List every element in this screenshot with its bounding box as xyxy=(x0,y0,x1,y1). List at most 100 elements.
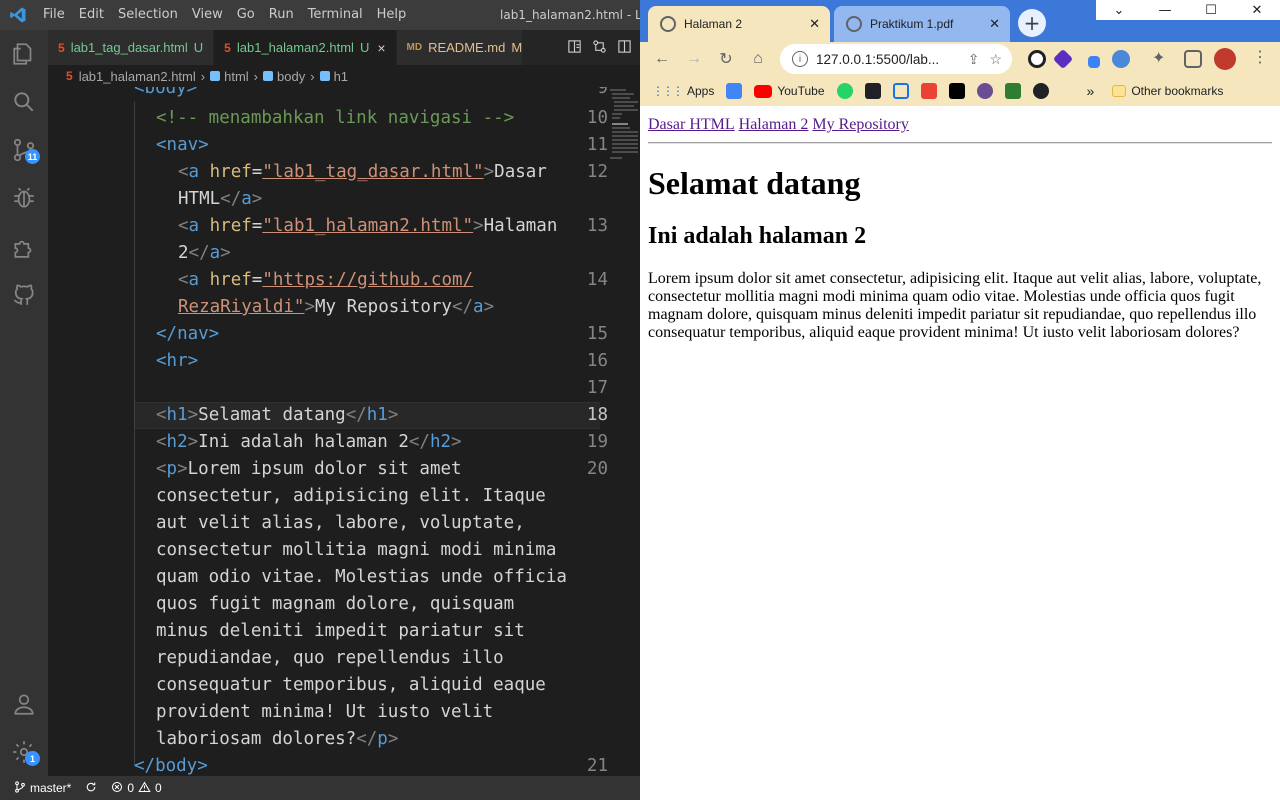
extensions-puzzle-icon[interactable]: ✦ xyxy=(1152,48,1170,67)
browser-tab-halaman2[interactable]: Halaman 2 ✕ xyxy=(648,6,830,42)
minimap[interactable] xyxy=(608,87,640,167)
breadcrumb-body[interactable]: body xyxy=(277,69,305,84)
menu-edit[interactable]: Edit xyxy=(72,0,111,30)
home-icon[interactable]: ⌂ xyxy=(742,43,774,75)
search-icon[interactable] xyxy=(0,78,48,126)
bookmark-youtube[interactable]: YouTube xyxy=(754,84,825,98)
crest-icon xyxy=(976,83,993,99)
menu-go[interactable]: Go xyxy=(230,0,262,30)
bookmark-gmail[interactable] xyxy=(920,83,937,99)
nav-link-my-repository[interactable]: My Repository xyxy=(812,116,908,133)
account-icon[interactable] xyxy=(0,680,48,728)
chevron-right-icon: › xyxy=(310,68,315,84)
bookmark-label: Apps xyxy=(687,84,715,98)
close-window-icon[interactable]: ✕ xyxy=(1234,0,1280,20)
element-symbol-icon xyxy=(263,71,274,81)
bookmark-crest[interactable] xyxy=(976,83,993,99)
menu-selection[interactable]: Selection xyxy=(111,0,185,30)
share-icon[interactable]: ⇪ xyxy=(968,51,980,68)
line-number: 15 xyxy=(586,324,608,344)
tab-readme[interactable]: MD README.md M xyxy=(396,30,523,65)
apps-grid-icon: ⋮⋮⋮ xyxy=(652,84,684,98)
purple-extension-icon[interactable] xyxy=(1052,48,1074,70)
line-number: 16 xyxy=(586,351,608,371)
code-line: consectetur mollitia magni modi minima xyxy=(156,540,557,560)
compare-changes-icon[interactable] xyxy=(592,39,607,57)
sync-icon xyxy=(85,781,97,796)
scm-badge: 11 xyxy=(25,149,40,164)
page-subheading: Ini adalah halaman 2 xyxy=(648,223,867,249)
bookmark-g[interactable] xyxy=(864,83,881,99)
menu-view[interactable]: View xyxy=(185,0,230,30)
bookmark-translate[interactable] xyxy=(726,83,743,99)
menu-file[interactable]: File xyxy=(36,0,72,30)
github-icon[interactable] xyxy=(0,270,48,318)
back-arrow-icon[interactable]: ← xyxy=(646,43,678,75)
bookmark-w[interactable] xyxy=(1004,83,1021,99)
tab-git-status: U xyxy=(359,40,370,55)
problems-indicator[interactable]: 0 0 xyxy=(111,780,162,796)
line-number: 17 xyxy=(586,378,608,398)
breadcrumb-html[interactable]: html xyxy=(224,69,249,84)
new-tab-button[interactable]: + xyxy=(1018,9,1046,37)
code-line: quam odio vitae. Molestias unde officia xyxy=(156,567,567,587)
vscode-window: File Edit Selection View Go Run Terminal… xyxy=(0,0,640,800)
browser-tab-praktikum-pdf[interactable]: Praktikum 1.pdf ✕ xyxy=(834,6,1010,42)
menu-help[interactable]: Help xyxy=(370,0,414,30)
tab-lab1-tag-dasar[interactable]: 5 lab1_tag_dasar.html U xyxy=(48,30,215,65)
bookmark-b[interactable] xyxy=(948,83,965,99)
bookmark-github[interactable] xyxy=(1032,83,1049,99)
close-tab-icon[interactable]: ✕ xyxy=(809,16,820,32)
address-bar[interactable]: i 127.0.0.1:5500/lab... ⇪ ☆ xyxy=(780,44,1012,74)
code-line: consequatur temporibus, aliquid eaque xyxy=(156,675,546,695)
bookmark-whatsapp[interactable] xyxy=(836,83,853,99)
bookmark-star-icon[interactable]: ☆ xyxy=(989,51,1002,68)
code-line: <body> xyxy=(134,87,198,98)
explorer-icon[interactable] xyxy=(0,30,48,78)
side-panel-icon[interactable] xyxy=(1184,50,1202,68)
more-menu-icon[interactable]: ⋮ xyxy=(1252,47,1270,66)
close-tab-icon[interactable]: × xyxy=(377,40,385,56)
nav-link-dasar-html[interactable]: Dasar HTML xyxy=(648,116,735,133)
github-icon xyxy=(1032,83,1049,99)
menu-run[interactable]: Run xyxy=(262,0,301,30)
settings-gear-icon[interactable]: 1 xyxy=(0,728,48,776)
code-editor[interactable]: 9 10 11 12 13 14 15 16 17 18 19 20 21 <b… xyxy=(48,87,608,776)
source-control-icon[interactable]: 11 xyxy=(0,126,48,174)
breadcrumb-file[interactable]: lab1_halaman2.html xyxy=(79,69,196,84)
code-line: <p>Lorem ipsum dolor sit amet xyxy=(156,459,462,479)
open-preview-icon[interactable] xyxy=(567,39,582,57)
activity-bar: 11 1 xyxy=(0,30,48,776)
git-branch[interactable]: master* xyxy=(14,780,71,796)
menu-terminal[interactable]: Terminal xyxy=(301,0,370,30)
tab-lab1-halaman2[interactable]: 5 lab1_halaman2.html U × xyxy=(214,30,397,65)
bookmark-apps[interactable]: ⋮⋮⋮ Apps xyxy=(652,84,714,98)
eyedropper-extension-icon[interactable] xyxy=(1088,56,1100,68)
split-editor-icon[interactable] xyxy=(617,39,632,57)
forward-arrow-icon[interactable]: → xyxy=(678,43,710,75)
debug-icon[interactable] xyxy=(0,174,48,222)
divider xyxy=(648,142,1272,144)
blue-extension-icon[interactable] xyxy=(1112,50,1130,68)
reload-icon[interactable]: ↻ xyxy=(710,43,742,75)
bookmark-flag[interactable] xyxy=(892,83,909,99)
html5-file-icon: 5 xyxy=(224,40,231,55)
url-text: 127.0.0.1:5500/lab... xyxy=(816,51,940,67)
sync-button[interactable] xyxy=(85,781,97,796)
code-line: quos fugit magnam dolore, quisquam xyxy=(156,594,515,614)
bookmark-other[interactable]: Other bookmarks xyxy=(1112,84,1223,98)
more-bookmarks-chevron[interactable]: » xyxy=(1087,83,1095,99)
tab-search-chevron-icon[interactable]: ⌄ xyxy=(1096,0,1142,20)
profile-avatar[interactable] xyxy=(1214,48,1236,70)
b-site-icon xyxy=(948,83,965,99)
maximize-icon[interactable]: ☐ xyxy=(1188,0,1234,20)
record-extension-icon[interactable] xyxy=(1028,50,1046,68)
breadcrumb-h1[interactable]: h1 xyxy=(334,69,348,84)
tab-git-status: M xyxy=(511,40,523,55)
code-line: aut velit alias, labore, voluptate, xyxy=(156,513,525,533)
close-tab-icon[interactable]: ✕ xyxy=(989,16,1000,32)
extensions-icon[interactable] xyxy=(0,222,48,270)
minimize-icon[interactable]: — xyxy=(1142,0,1188,20)
nav-link-halaman-2[interactable]: Halaman 2 xyxy=(739,116,809,133)
site-info-icon[interactable]: i xyxy=(792,51,808,67)
